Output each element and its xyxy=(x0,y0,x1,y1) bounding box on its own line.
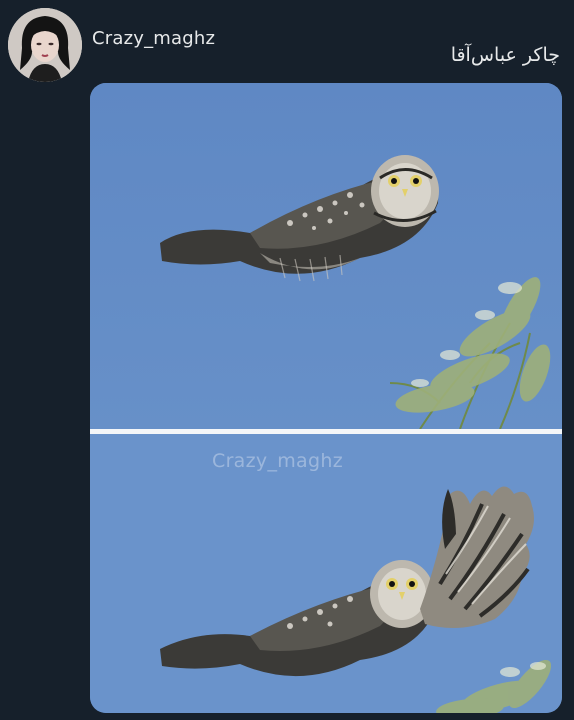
owl-photo-bottom: Crazy_maghz xyxy=(90,434,562,713)
username[interactable]: Crazy_maghz xyxy=(92,28,215,49)
avatar[interactable] xyxy=(8,8,82,82)
watermark: Crazy_maghz xyxy=(212,450,343,472)
avatar-portrait-image xyxy=(8,8,82,82)
tweet-media[interactable]: Crazy_maghz xyxy=(90,83,562,713)
owl-photo-top xyxy=(90,83,562,429)
tweet-text: چاکر عباس‌آقا xyxy=(450,44,560,66)
